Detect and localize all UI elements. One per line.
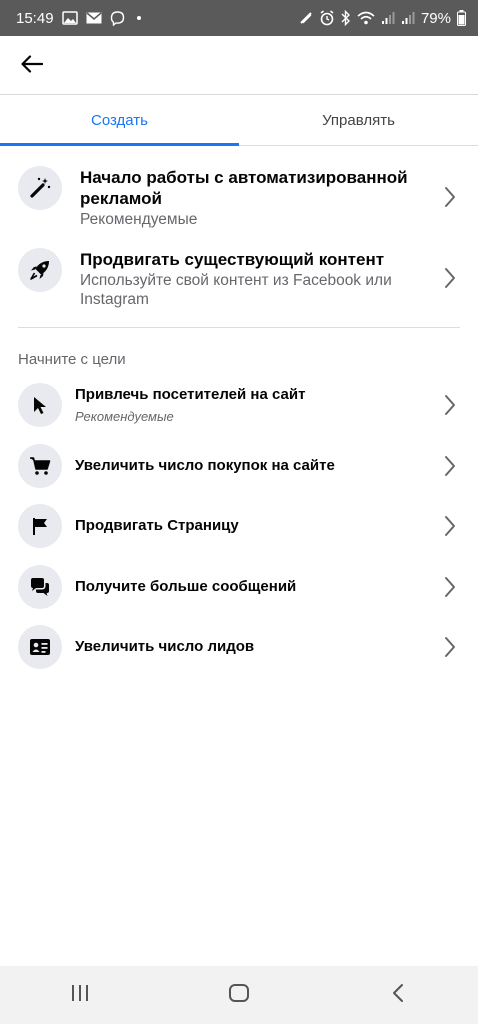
goal-website-visitors[interactable]: Привлечь посетителей на сайт Рекомендуем…	[0, 381, 478, 431]
tab-label: Управлять	[322, 112, 395, 129]
goal-title: Продвигать Страницу	[75, 517, 239, 534]
goal-title: Увеличить число лидов	[75, 638, 255, 655]
wifi-icon	[357, 11, 375, 25]
section-label: Начните с цели	[18, 351, 126, 368]
back-button[interactable]	[12, 46, 52, 86]
image-icon	[61, 11, 78, 25]
viber-icon	[110, 10, 125, 26]
option-subtitle: Рекомендуемые	[80, 211, 198, 228]
back-icon	[391, 983, 405, 1008]
tab-manage[interactable]: Управлять	[239, 96, 478, 145]
goal-subtitle: Рекомендуемые	[75, 409, 174, 424]
arrow-left-icon	[21, 54, 44, 78]
goal-more-leads[interactable]: Увеличить число лидов	[0, 623, 478, 673]
goal-website-purchases[interactable]: Увеличить число покупок на сайте	[0, 442, 478, 492]
bluetooth-icon	[341, 10, 351, 26]
chevron-right-icon	[442, 266, 458, 290]
system-nav-bar	[0, 966, 478, 1024]
alarm-icon	[319, 10, 335, 26]
mail-icon	[86, 12, 102, 24]
home-button[interactable]	[209, 975, 269, 1015]
recent-apps-icon	[70, 984, 90, 1007]
option-subtitle: Используйте свой контент из Facebook или…	[80, 272, 392, 308]
status-bar: 15:49 79%	[0, 0, 478, 36]
tab-label: Создать	[90, 112, 148, 129]
tab-bar: Создать Управлять	[0, 96, 478, 146]
goal-title: Увеличить число покупок на сайте	[75, 457, 335, 474]
contact-card-icon	[18, 625, 62, 669]
option-title: Начало работы с автоматизированной рекла…	[80, 168, 408, 208]
cart-icon	[18, 444, 62, 488]
battery-percent: 79%	[420, 9, 451, 27]
chat-bubbles-icon	[18, 565, 62, 609]
goal-title: Привлечь посетителей на сайт	[75, 386, 306, 403]
goal-promote-page[interactable]: Продвигать Страницу	[0, 502, 478, 552]
chevron-right-icon	[442, 514, 458, 538]
nfc-icon	[299, 11, 313, 25]
flag-icon	[18, 504, 62, 548]
system-back-button[interactable]	[368, 975, 428, 1015]
rocket-icon	[18, 248, 62, 292]
chevron-right-icon	[442, 185, 458, 209]
goal-more-messages[interactable]: Получите больше сообщений	[0, 563, 478, 613]
recent-apps-button[interactable]	[50, 975, 110, 1015]
magic-wand-icon	[18, 166, 62, 210]
option-title: Продвигать существующий контент	[80, 250, 385, 269]
divider	[18, 327, 460, 328]
signal-icon	[381, 11, 395, 25]
goal-title: Получите больше сообщений	[75, 578, 297, 595]
cursor-icon	[18, 383, 62, 427]
option-promote-content[interactable]: Продвигать существующий контент Использу…	[0, 244, 478, 314]
chevron-right-icon	[442, 454, 458, 478]
chevron-right-icon	[442, 393, 458, 417]
home-icon	[228, 983, 250, 1008]
status-time: 15:49	[16, 9, 54, 27]
app-bar	[0, 36, 478, 95]
signal-icon	[401, 11, 415, 25]
option-automated-ads[interactable]: Начало работы с автоматизированной рекла…	[0, 160, 478, 234]
notification-dot	[136, 16, 141, 20]
chevron-right-icon	[442, 635, 458, 659]
chevron-right-icon	[442, 575, 458, 599]
battery-icon	[457, 10, 466, 26]
tab-create[interactable]: Создать	[0, 96, 239, 146]
